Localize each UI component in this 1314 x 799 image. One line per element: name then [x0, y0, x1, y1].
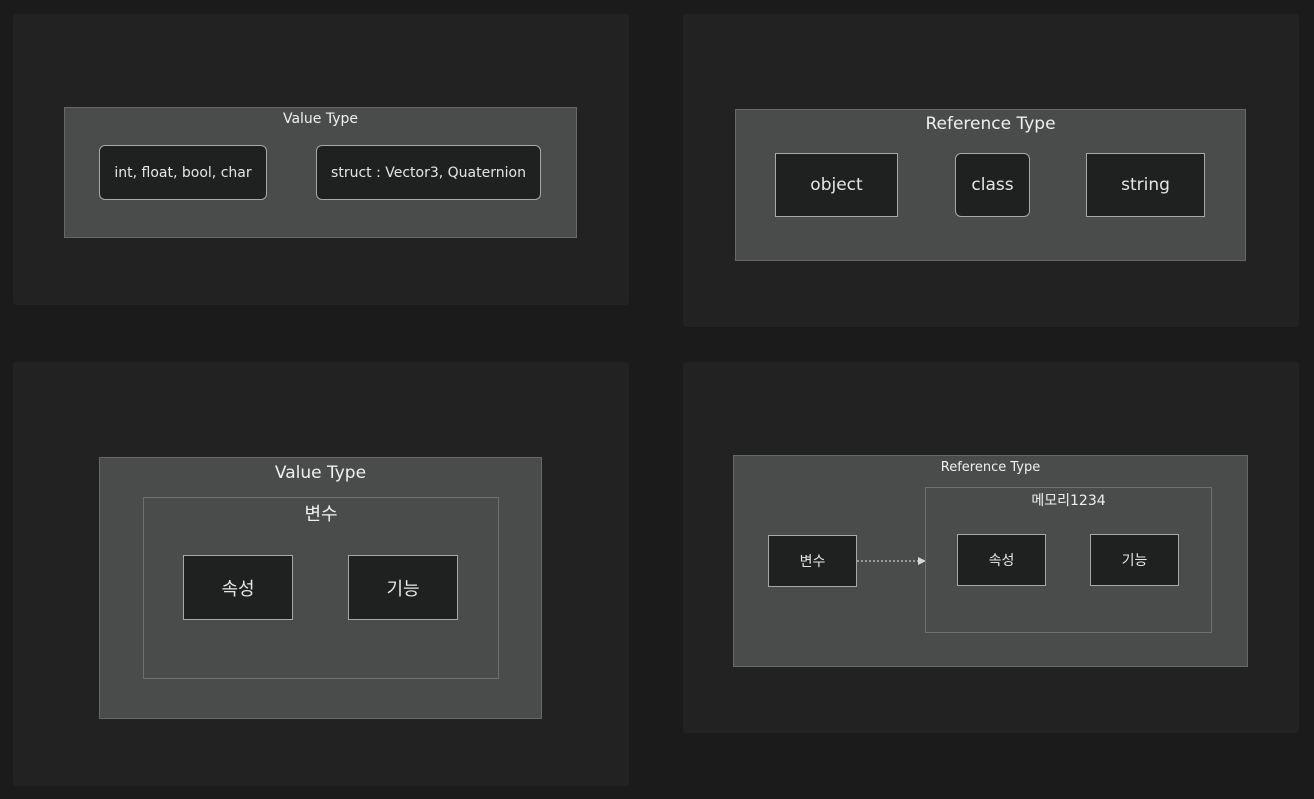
property-node: 속성	[183, 555, 293, 620]
struct-types-node: struct : Vector3, Quaternion	[316, 145, 541, 200]
reference-type-group: Reference Type object class string	[735, 109, 1246, 261]
variable-subgroup: 변수 속성 기능	[143, 497, 499, 679]
property-node: 속성	[957, 534, 1046, 586]
diagram-panel-value-type-primitives: Value Type int, float, bool, char struct…	[13, 14, 629, 305]
diagram-canvas: Value Type int, float, bool, char struct…	[0, 0, 1314, 799]
memory-subgroup: 메모리1234 속성 기능	[925, 487, 1212, 633]
reference-type-title: Reference Type	[925, 114, 1056, 134]
value-type-group: Value Type 변수 속성 기능	[99, 457, 542, 719]
function-node: 기능	[1090, 534, 1179, 586]
value-type-title: Value Type	[282, 111, 359, 127]
diagram-panel-reference-type-kinds: Reference Type object class string	[683, 14, 1299, 327]
reference-type-group: Reference Type 변수 메모리1234 속성 기능	[733, 455, 1248, 667]
string-node: string	[1086, 153, 1205, 217]
value-type-group: Value Type int, float, bool, char struct…	[64, 107, 577, 238]
function-node: 기능	[348, 555, 458, 620]
value-type-title: Value Type	[274, 463, 367, 483]
diagram-panel-value-type-variable: Value Type 변수 속성 기능	[13, 362, 629, 786]
diagram-panel-reference-type-memory: Reference Type 변수 메모리1234 속성 기능	[683, 362, 1299, 733]
primitive-types-node: int, float, bool, char	[99, 145, 267, 200]
object-node: object	[775, 153, 898, 217]
class-node: class	[955, 153, 1030, 217]
variable-subgroup-title: 변수	[304, 504, 338, 525]
memory-subgroup-title: 메모리1234	[1031, 493, 1106, 509]
